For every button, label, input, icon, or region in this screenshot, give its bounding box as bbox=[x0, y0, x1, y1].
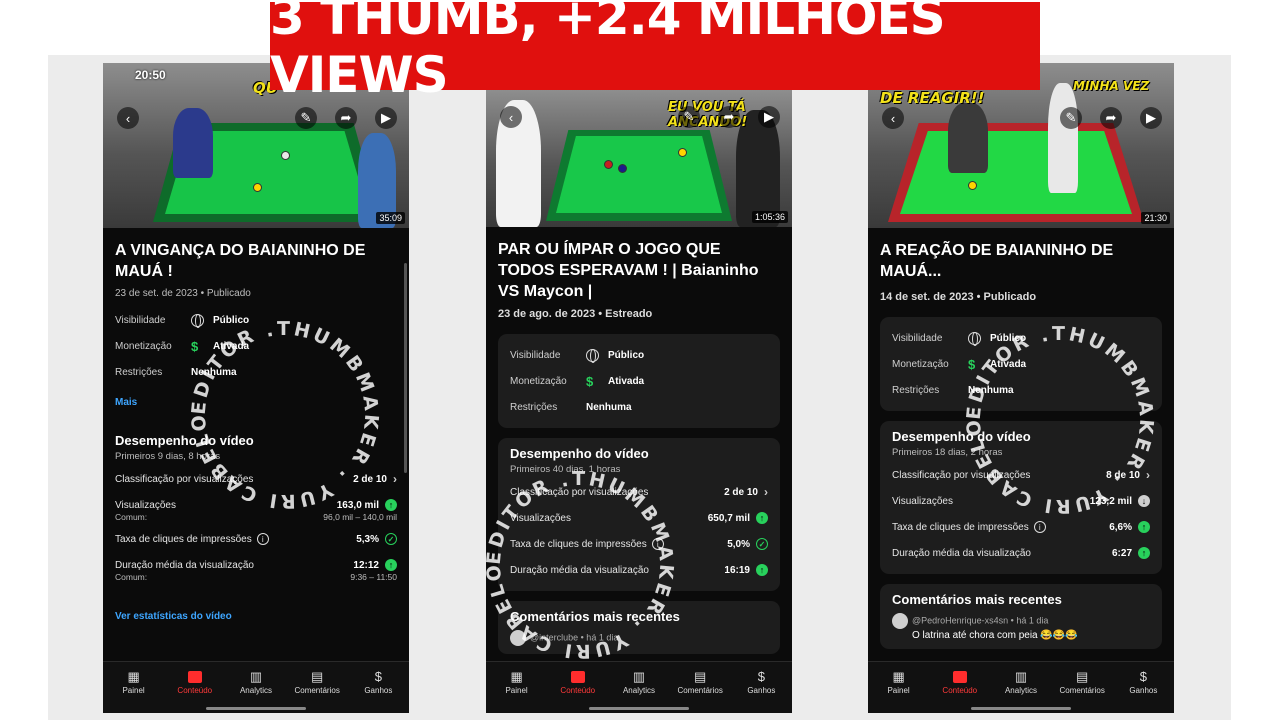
headline-banner: 3 THUMB, +2.4 MILHÕES VIEWS bbox=[270, 0, 1040, 104]
watermark-layer: EDITOR .THUMBMAKER . YURI CABELO EDITOR … bbox=[188, 318, 1158, 662]
watermark-text-3: EDITOR .THUMBMAKER . YURI CABELO bbox=[963, 323, 1158, 517]
watermark-text-1: EDITOR .THUMBMAKER . YURI CABELO bbox=[188, 318, 383, 512]
watermark-text-2: EDITOR .THUMBMAKER . YURI CABELO bbox=[483, 468, 678, 662]
